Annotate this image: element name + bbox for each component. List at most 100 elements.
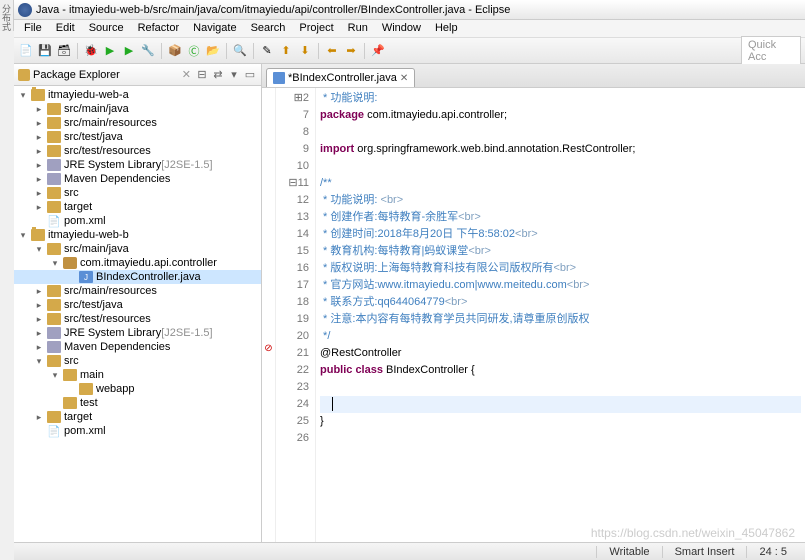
tree-item[interactable]: ▸Maven Dependencies bbox=[14, 172, 261, 186]
tree-toggle-icon[interactable]: ▾ bbox=[34, 356, 44, 367]
tree-toggle-icon[interactable]: ▸ bbox=[34, 174, 44, 185]
tree-item[interactable]: ▸JRE System Library [J2SE-1.5] bbox=[14, 326, 261, 340]
tree-item[interactable]: test bbox=[14, 396, 261, 410]
tree-toggle-icon[interactable]: ▾ bbox=[50, 370, 60, 381]
menu-run[interactable]: Run bbox=[342, 20, 374, 37]
folder-icon bbox=[47, 201, 61, 213]
pin-icon[interactable]: 📌 bbox=[370, 43, 386, 59]
tree-toggle-icon[interactable]: ▸ bbox=[34, 342, 44, 353]
tree-item[interactable]: ▸src/main/resources bbox=[14, 116, 261, 130]
tree-toggle-icon[interactable]: ▾ bbox=[34, 244, 44, 255]
status-position: 24 : 5 bbox=[746, 546, 799, 558]
jar-icon bbox=[47, 159, 61, 171]
tree-toggle-icon[interactable]: ▸ bbox=[34, 118, 44, 129]
forward-icon[interactable]: ➡ bbox=[343, 43, 359, 59]
tree-item[interactable]: webapp bbox=[14, 382, 261, 396]
menu-navigate[interactable]: Navigate bbox=[187, 20, 242, 37]
menu-search[interactable]: Search bbox=[245, 20, 292, 37]
tree-item[interactable]: ▸ src/test/java bbox=[14, 298, 261, 312]
status-writable: Writable bbox=[596, 546, 661, 558]
tree-item[interactable]: ▾itmayiedu-web-b bbox=[14, 228, 261, 242]
tree-toggle-icon[interactable]: ▸ bbox=[34, 314, 44, 325]
tree-toggle-icon[interactable]: ▸ bbox=[34, 132, 44, 143]
tree-item[interactable]: ▸src/test/resources bbox=[14, 312, 261, 326]
code-content[interactable]: * 功能说明:package com.itmayiedu.api.control… bbox=[316, 88, 805, 542]
menu-file[interactable]: File bbox=[18, 20, 48, 37]
open-type-icon[interactable]: 📂 bbox=[205, 43, 221, 59]
menu-refactor[interactable]: Refactor bbox=[132, 20, 186, 37]
tree-item[interactable]: 📄pom.xml bbox=[14, 214, 261, 228]
tree-item[interactable]: ▾src bbox=[14, 354, 261, 368]
statusbar: Writable Smart Insert 24 : 5 bbox=[14, 542, 805, 560]
run-last-icon[interactable]: ▶ bbox=[121, 43, 137, 59]
tree-item[interactable]: ▾itmayiedu-web-a bbox=[14, 88, 261, 102]
tree-item[interactable]: 📄pom.xml bbox=[14, 424, 261, 438]
line-gutter: ⊞278910⊟11121314151617181920212223242526 bbox=[276, 88, 316, 542]
tree-item[interactable]: ▸JRE System Library [J2SE-1.5] bbox=[14, 158, 261, 172]
menu-edit[interactable]: Edit bbox=[50, 20, 81, 37]
folder-icon bbox=[47, 145, 61, 157]
tree-toggle-icon[interactable]: ▸ bbox=[34, 146, 44, 157]
folder-icon bbox=[47, 187, 61, 199]
tree-toggle-icon[interactable]: ▸ bbox=[34, 328, 44, 339]
tree-toggle-icon[interactable]: ▸ bbox=[34, 300, 44, 311]
tree-item[interactable]: ▸src/main/java bbox=[14, 102, 261, 116]
marker-ruler: ⊘ bbox=[262, 88, 276, 542]
minimize-icon[interactable]: ▭ bbox=[243, 68, 257, 82]
quick-access-input[interactable]: Quick Acc bbox=[741, 36, 801, 66]
xml-icon: 📄 bbox=[47, 425, 61, 437]
tree-item[interactable]: ▸src/test/java bbox=[14, 130, 261, 144]
tree-label: src/test/java bbox=[64, 299, 123, 311]
tree-item[interactable]: ▸src bbox=[14, 186, 261, 200]
menu-help[interactable]: Help bbox=[429, 20, 464, 37]
prev-annotation-icon[interactable]: ⬆ bbox=[278, 43, 294, 59]
editor-tab[interactable]: *BIndexController.java ✕ bbox=[266, 68, 415, 87]
run-icon[interactable]: ▶ bbox=[102, 43, 118, 59]
folder-icon bbox=[47, 411, 61, 423]
view-menu-icon[interactable]: ▾ bbox=[227, 68, 241, 82]
new-icon[interactable]: 📄 bbox=[18, 43, 34, 59]
tree-item[interactable]: ▸src/test/resources bbox=[14, 144, 261, 158]
tree-item[interactable]: ▸target bbox=[14, 410, 261, 424]
collapse-all-icon[interactable]: ⊟ bbox=[195, 68, 209, 82]
menu-source[interactable]: Source bbox=[83, 20, 130, 37]
folder-icon bbox=[47, 313, 61, 325]
folder-icon bbox=[47, 285, 61, 297]
jar-icon bbox=[47, 327, 61, 339]
tree-item[interactable]: ▾com.itmayiedu.api.controller bbox=[14, 256, 261, 270]
tree-toggle-icon[interactable]: ▸ bbox=[34, 286, 44, 297]
debug-icon[interactable]: 🐞 bbox=[83, 43, 99, 59]
code-editor[interactable]: ⊘ ⊞278910⊟111213141516171819202122232425… bbox=[262, 88, 805, 542]
save-all-icon[interactable]: 🗃 bbox=[56, 43, 72, 59]
tree-toggle-icon[interactable]: ▾ bbox=[18, 90, 28, 101]
tree-item[interactable]: ▸Maven Dependencies bbox=[14, 340, 261, 354]
save-icon[interactable]: 💾 bbox=[37, 43, 53, 59]
error-marker-icon: ⊘ bbox=[262, 343, 275, 354]
tree-toggle-icon[interactable]: ▸ bbox=[34, 412, 44, 423]
tree-item[interactable]: ▾src/main/java bbox=[14, 242, 261, 256]
tree-toggle-icon[interactable]: ▸ bbox=[34, 160, 44, 171]
tree-toggle-icon[interactable]: ▾ bbox=[50, 258, 60, 269]
close-tab-icon[interactable]: ✕ bbox=[400, 73, 408, 84]
back-icon[interactable]: ⬅ bbox=[324, 43, 340, 59]
search-icon[interactable]: 🔍 bbox=[232, 43, 248, 59]
toggle-mark-icon[interactable]: ✎ bbox=[259, 43, 275, 59]
tree-item[interactable]: ▸target bbox=[14, 200, 261, 214]
tree-toggle-icon[interactable]: ▸ bbox=[34, 104, 44, 115]
tree-item[interactable]: ▾main bbox=[14, 368, 261, 382]
tree-toggle-icon[interactable]: ▸ bbox=[34, 202, 44, 213]
tree-item[interactable]: BIndexController.java bbox=[14, 270, 261, 284]
new-package-icon[interactable]: 📦 bbox=[167, 43, 183, 59]
menu-project[interactable]: Project bbox=[293, 20, 339, 37]
tree-toggle-icon[interactable]: ▾ bbox=[18, 230, 28, 241]
next-annotation-icon[interactable]: ⬇ bbox=[297, 43, 313, 59]
link-editor-icon[interactable]: ⇄ bbox=[211, 68, 225, 82]
new-class-icon[interactable]: Ⓒ bbox=[186, 43, 202, 59]
external-tools-icon[interactable]: 🔧 bbox=[140, 43, 156, 59]
package-tree[interactable]: ▾itmayiedu-web-a▸src/main/java▸src/main/… bbox=[14, 86, 261, 542]
tree-toggle-icon[interactable]: ▸ bbox=[34, 188, 44, 199]
menu-window[interactable]: Window bbox=[376, 20, 427, 37]
tree-item[interactable]: ▸src/main/resources bbox=[14, 284, 261, 298]
java-icon bbox=[79, 271, 93, 283]
main-toolbar: 📄 💾 🗃 🐞 ▶ ▶ 🔧 📦 Ⓒ 📂 🔍 ✎ ⬆ ⬇ ⬅ ➡ 📌 Quick … bbox=[14, 38, 805, 64]
